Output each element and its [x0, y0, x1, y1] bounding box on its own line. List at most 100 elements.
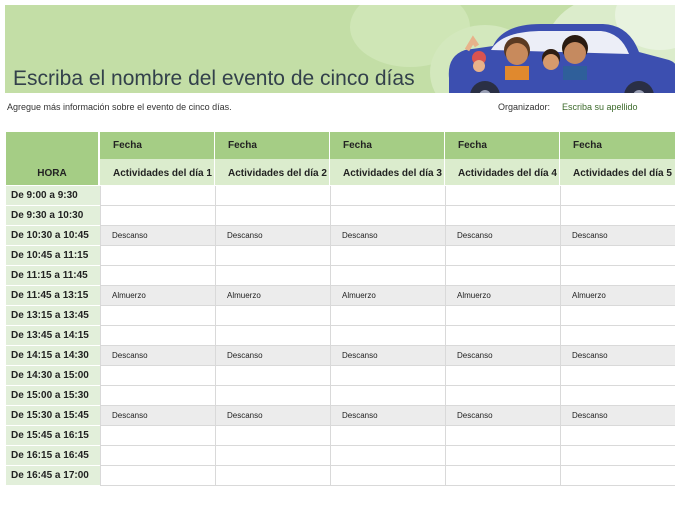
activity-cell[interactable]: [330, 446, 445, 465]
activity-cell[interactable]: [560, 466, 675, 485]
activity-cell[interactable]: Descanso: [100, 406, 215, 425]
activity-cell[interactable]: Descanso: [330, 346, 445, 365]
activity-cell[interactable]: Descanso: [100, 346, 215, 365]
activity-cell[interactable]: [100, 206, 215, 225]
activity-cell[interactable]: [100, 426, 215, 445]
activity-cell[interactable]: Descanso: [330, 226, 445, 245]
activity-cell[interactable]: [215, 466, 330, 485]
time-slot-cell[interactable]: De 10:45 a 11:15: [6, 246, 100, 266]
activity-cell[interactable]: [330, 246, 445, 265]
time-slot-cell[interactable]: De 11:45 a 13:15: [6, 286, 100, 306]
activity-cell[interactable]: [100, 366, 215, 385]
activity-cell[interactable]: Descanso: [560, 346, 675, 365]
activity-cell[interactable]: [560, 206, 675, 225]
activity-cell[interactable]: [330, 206, 445, 225]
activity-cell[interactable]: [100, 306, 215, 325]
activity-cell[interactable]: Almuerzo: [100, 286, 215, 305]
time-slot-cell[interactable]: De 15:45 a 16:15: [6, 426, 100, 446]
activity-cell[interactable]: [100, 386, 215, 405]
activity-cell[interactable]: Descanso: [215, 226, 330, 245]
activity-cell[interactable]: [100, 466, 215, 485]
time-slot-cell[interactable]: De 11:15 a 11:45: [6, 266, 100, 286]
activity-cell[interactable]: [560, 366, 675, 385]
activity-cell[interactable]: [330, 386, 445, 405]
activity-cell[interactable]: [445, 206, 560, 225]
activity-cell[interactable]: [330, 266, 445, 285]
day-activities-cell[interactable]: Actividades del día 5: [560, 159, 675, 185]
activity-cell[interactable]: [215, 386, 330, 405]
activity-cell[interactable]: [560, 446, 675, 465]
activity-cell[interactable]: [100, 266, 215, 285]
activity-cell[interactable]: Descanso: [445, 226, 560, 245]
activity-cell[interactable]: [445, 386, 560, 405]
activity-cell[interactable]: [100, 186, 215, 205]
activity-cell[interactable]: [445, 466, 560, 485]
activity-cell[interactable]: Almuerzo: [330, 286, 445, 305]
activity-cell[interactable]: [330, 466, 445, 485]
day-activities-cell[interactable]: Actividades del día 1: [100, 159, 214, 185]
activity-cell[interactable]: Descanso: [215, 346, 330, 365]
activity-cell[interactable]: Almuerzo: [445, 286, 560, 305]
activity-cell[interactable]: [215, 426, 330, 445]
activity-cell[interactable]: [100, 246, 215, 265]
time-slot-cell[interactable]: De 16:15 a 16:45: [6, 446, 100, 466]
time-slot-cell[interactable]: De 15:30 a 15:45: [6, 406, 100, 426]
time-slot-cell[interactable]: De 14:30 a 15:00: [6, 366, 100, 386]
activity-cell[interactable]: Descanso: [560, 406, 675, 425]
day-activities-cell[interactable]: Actividades del día 4: [445, 159, 559, 185]
activity-cell[interactable]: [445, 426, 560, 445]
time-slot-cell[interactable]: De 13:45 a 14:15: [6, 326, 100, 346]
activity-cell[interactable]: [215, 446, 330, 465]
activity-cell[interactable]: [560, 386, 675, 405]
activity-cell[interactable]: [330, 306, 445, 325]
activity-cell[interactable]: Descanso: [560, 226, 675, 245]
activity-cell[interactable]: [560, 306, 675, 325]
day-date-cell[interactable]: Fecha: [100, 132, 214, 159]
time-slot-cell[interactable]: De 10:30 a 10:45: [6, 226, 100, 246]
activity-cell[interactable]: Almuerzo: [560, 286, 675, 305]
activity-cell[interactable]: [560, 246, 675, 265]
activity-cell[interactable]: [445, 446, 560, 465]
activity-cell[interactable]: [560, 426, 675, 445]
event-description[interactable]: Agregue más información sobre el evento …: [7, 102, 232, 112]
time-slot-cell[interactable]: De 14:15 a 14:30: [6, 346, 100, 366]
activity-cell[interactable]: Descanso: [100, 226, 215, 245]
activity-cell[interactable]: [560, 186, 675, 205]
day-date-cell[interactable]: Fecha: [445, 132, 559, 159]
activity-cell[interactable]: Descanso: [445, 346, 560, 365]
activity-cell[interactable]: [330, 366, 445, 385]
day-date-cell[interactable]: Fecha: [560, 132, 675, 159]
activity-cell[interactable]: [445, 306, 560, 325]
activity-cell[interactable]: [560, 266, 675, 285]
day-activities-cell[interactable]: Actividades del día 3: [330, 159, 444, 185]
activity-cell[interactable]: [330, 326, 445, 345]
activity-cell[interactable]: [445, 266, 560, 285]
time-slot-cell[interactable]: De 9:00 a 9:30: [6, 186, 100, 206]
day-date-cell[interactable]: Fecha: [215, 132, 329, 159]
activity-cell[interactable]: [445, 186, 560, 205]
organizer-value[interactable]: Escriba su apellido: [562, 102, 638, 112]
activity-cell[interactable]: [445, 246, 560, 265]
activity-cell[interactable]: [330, 186, 445, 205]
activity-cell[interactable]: [215, 246, 330, 265]
activity-cell[interactable]: [215, 306, 330, 325]
activity-cell[interactable]: [215, 186, 330, 205]
activity-cell[interactable]: [330, 426, 445, 445]
activity-cell[interactable]: [445, 326, 560, 345]
activity-cell[interactable]: [445, 366, 560, 385]
day-date-cell[interactable]: Fecha: [330, 132, 444, 159]
activity-cell[interactable]: [215, 366, 330, 385]
time-slot-cell[interactable]: De 9:30 a 10:30: [6, 206, 100, 226]
activity-cell[interactable]: [215, 266, 330, 285]
activity-cell[interactable]: [100, 446, 215, 465]
activity-cell[interactable]: Descanso: [330, 406, 445, 425]
activity-cell[interactable]: Descanso: [215, 406, 330, 425]
activity-cell[interactable]: [215, 206, 330, 225]
event-title[interactable]: Escriba el nombre del evento de cinco dí…: [13, 67, 415, 91]
time-slot-cell[interactable]: De 15:00 a 15:30: [6, 386, 100, 406]
activity-cell[interactable]: [560, 326, 675, 345]
day-activities-cell[interactable]: Actividades del día 2: [215, 159, 329, 185]
activity-cell[interactable]: [215, 326, 330, 345]
activity-cell[interactable]: Almuerzo: [215, 286, 330, 305]
activity-cell[interactable]: Descanso: [445, 406, 560, 425]
